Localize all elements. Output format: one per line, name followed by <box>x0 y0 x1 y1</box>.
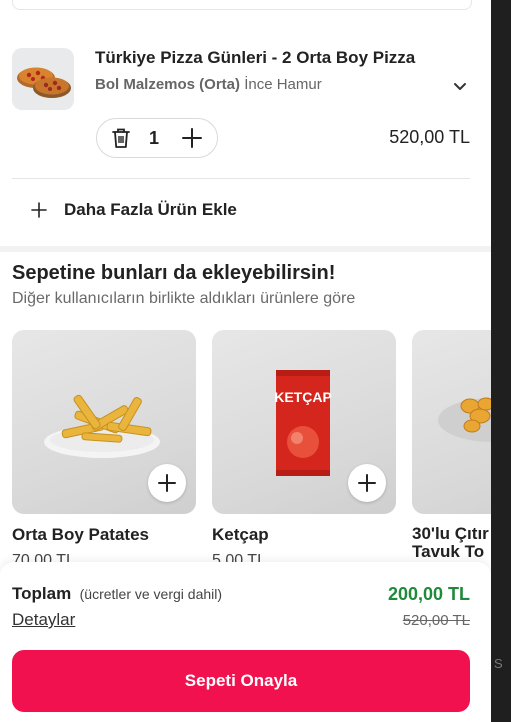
total-price: 200,00 TL <box>387 584 470 604</box>
product-name: Ketçap <box>212 525 269 544</box>
item-price: 520,00 TL <box>389 127 470 147</box>
product-tile-fries[interactable] <box>12 330 196 514</box>
cart-item-card: Türkiye Pizza Günleri - 2 Orta Boy Pizza… <box>0 0 491 246</box>
product-option-crust: İnce Hamur <box>244 76 322 93</box>
product-name: 30'lu Çıtır Tavuk To <box>412 524 489 561</box>
chevron-down-icon[interactable] <box>452 78 468 94</box>
recommendations-section: Sepetine bunları da ekleyebilirsin! Diğe… <box>0 252 491 582</box>
original-price: 520,00 TL <box>402 612 470 629</box>
add-to-cart-button[interactable] <box>148 464 186 502</box>
recommendations-subtitle: Diğer kullanıcıların birlikte aldıkları … <box>12 290 356 307</box>
pizza-thumbnail <box>12 48 74 110</box>
previous-card-edge <box>12 0 472 10</box>
phone-screen: Türkiye Pizza Günleri - 2 Orta Boy Pizza… <box>0 0 491 722</box>
product-option-size: Bol Malzemos (Orta) <box>95 76 241 93</box>
product-title: Türkiye Pizza Günleri - 2 Orta Boy Pizza <box>95 48 416 67</box>
add-more-label: Daha Fazla Ürün Ekle <box>64 200 237 219</box>
add-to-cart-button[interactable] <box>348 464 386 502</box>
product-name: Orta Boy Patates <box>12 525 149 544</box>
quantity-stepper: 1 <box>96 118 218 158</box>
quantity-value: 1 <box>149 128 160 148</box>
trash-icon[interactable] <box>111 127 131 149</box>
total-note: (ücretler ve vergi dahil) <box>79 586 223 602</box>
add-more-products-button[interactable]: Daha Fazla Ürün Ekle <box>30 197 237 223</box>
checkout-footer: Toplam (ücretler ve vergi dahil) Detayla… <box>0 562 491 722</box>
product-options: Bol Malzemos (Orta) İnce Hamur <box>95 76 322 93</box>
recommendations-title: Sepetine bunları da ekleyebilirsin! <box>12 262 336 284</box>
divider <box>12 178 470 179</box>
ketchup-pack-text: KETÇAP <box>274 389 332 405</box>
add-to-cart-icon <box>158 474 176 492</box>
product-tile-ketchup[interactable]: KETÇAP <box>212 330 396 514</box>
edge-text: S <box>494 656 503 671</box>
details-link[interactable]: Detaylar <box>12 610 75 630</box>
plus-icon[interactable] <box>181 127 203 149</box>
total-label: Toplam <box>12 584 72 603</box>
add-to-cart-icon <box>358 474 376 492</box>
chicken-image <box>438 397 491 442</box>
confirm-cart-button[interactable]: Sepeti Onayla <box>12 650 470 712</box>
product-tile-chicken[interactable] <box>412 330 491 514</box>
total-row: Toplam (ücretler ve vergi dahil) <box>12 584 222 604</box>
plus-icon <box>31 202 47 218</box>
